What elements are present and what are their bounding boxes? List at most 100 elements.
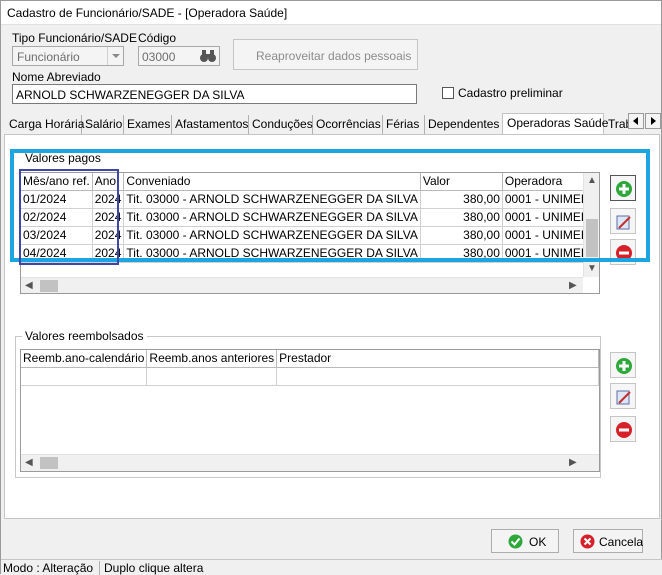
cell-ano: 2024 [92,226,125,245]
col-header-ano[interactable]: Ano [92,173,125,191]
edit-icon [616,215,631,230]
cell-mes: 02/2024 [21,208,93,227]
ok-button[interactable]: OK [491,529,559,553]
codigo-value: 03000 [142,50,176,64]
edit-valor-reembolsado-button[interactable] [610,383,636,409]
cell-ano: 2024 [92,208,125,227]
valores-pagos-vertical-scrollbar[interactable]: ▲ ▼ [583,173,599,277]
reaproveitar-dados-label: Reaproveitar dados pessoais [256,49,412,63]
col-header-reemb-anos-anteriores[interactable]: Reemb.anos anteriores [146,350,278,368]
minus-icon [616,245,632,261]
tipo-funcionario-value: Funcionário [17,50,80,64]
chevron-down-icon[interactable]: ▼ [587,263,597,274]
tab-scroll-left-icon[interactable] [628,113,644,129]
cell-mes: 04/2024 [21,244,93,263]
binoculars-icon[interactable] [199,49,217,63]
tab-strip: Carga Horária Salário Exames Afastamento… [4,113,662,135]
tab-carga-horaria[interactable]: Carga Horária [6,115,84,134]
tab-ferias[interactable]: Férias [383,115,425,134]
plus-icon [616,181,632,197]
delete-valor-reembolsado-button[interactable] [610,416,636,442]
cadastro-preliminar-checkbox[interactable] [442,87,454,99]
delete-valor-pago-button[interactable] [610,239,636,265]
scrollbar-thumb[interactable] [586,219,598,257]
codigo-label: Código [138,31,177,45]
add-valor-reembolsado-button[interactable] [610,352,636,378]
cell-conveniado: Tit. 03000 - ARNOLD SCHWARZENEGGER DA SI… [123,226,421,245]
tab-ocorrencias[interactable]: Ocorrências [313,115,383,134]
table-header-row: Reemb.ano-calendário Reemb.anos anterior… [21,350,599,368]
table-row[interactable]: 02/2024 2024 Tit. 03000 - ARNOLD SCHWARZ… [21,208,599,227]
cell-conveniado: Tit. 03000 - ARNOLD SCHWARZENEGGER DA SI… [123,244,421,263]
nome-abreviado-label: Nome Abreviado [12,70,101,84]
scrollbar-thumb[interactable] [40,457,58,469]
check-icon [508,534,523,549]
codigo-field[interactable]: 03000 [138,46,220,66]
cell-conveniado: Tit. 03000 - ARNOLD SCHWARZENEGGER DA SI… [123,208,421,227]
cell-mes: 01/2024 [21,190,93,209]
valores-reembolsados-horizontal-scrollbar[interactable]: ◀ ▶ [21,454,599,471]
cell-valor: 380,00 [420,226,503,245]
status-hint: Duplo clique altera [104,561,204,575]
col-header-mes-ano[interactable]: Mês/ano ref. [21,173,93,191]
add-valor-pago-button[interactable] [610,175,636,201]
valores-reembolsados-title: Valores reembolsados [22,329,147,343]
chevron-left-icon[interactable]: ◀ [25,280,33,291]
cell-valor: 380,00 [420,208,503,227]
cell-valor: 380,00 [420,244,503,263]
nome-abreviado-input[interactable]: ARNOLD SCHWARZENEGGER DA SILVA [12,84,417,104]
close-icon [580,534,595,549]
valores-pagos-grid[interactable]: Mês/ano ref. Ano Conveniado Valor Operad… [20,172,600,294]
tab-page-operadoras-saude: Valores pagos Mês/ano ref. Ano Conveniad… [4,134,660,519]
chevron-left-icon[interactable]: ◀ [25,457,33,468]
ok-label: OK [529,535,547,549]
table-row[interactable] [21,367,599,386]
tab-scroll-right-icon[interactable] [645,113,661,129]
tab-exames[interactable]: Exames [124,115,172,134]
nome-abreviado-value: ARNOLD SCHWARZENEGGER DA SILVA [16,88,245,102]
cell-mes: 03/2024 [21,226,93,245]
col-header-valor[interactable]: Valor [420,173,503,191]
chevron-right-icon[interactable]: ▶ [569,457,577,468]
table-row[interactable]: 03/2024 2024 Tit. 03000 - ARNOLD SCHWARZ… [21,226,599,245]
title-bar: Cadastro de Funcionário/SADE - [Operador… [1,1,661,25]
cell-empty [21,367,148,386]
cell-ano: 2024 [92,244,125,263]
tab-dependentes[interactable]: Dependentes [425,115,501,134]
col-header-prestador[interactable]: Prestador [276,350,599,368]
main-window: Cadastro de Funcionário/SADE - [Operador… [0,0,662,575]
cell-empty [146,367,278,386]
col-header-conveniado[interactable]: Conveniado [123,173,421,191]
valores-reembolsados-grid[interactable]: Reemb.ano-calendário Reemb.anos anterior… [20,349,600,472]
reaproveitar-dados-button[interactable]: Reaproveitar dados pessoais [233,39,418,70]
valores-pagos-table: Mês/ano ref. Ano Conveniado Valor Operad… [21,173,599,263]
valores-reembolsados-table: Reemb.ano-calendário Reemb.anos anterior… [21,350,599,386]
cadastro-preliminar-label: Cadastro preliminar [458,86,563,100]
tab-salario[interactable]: Salário [82,115,124,134]
tab-conducoes[interactable]: Conduções [249,115,313,134]
table-header-row: Mês/ano ref. Ano Conveniado Valor Operad… [21,173,599,191]
tab-operadoras-saude[interactable]: Operadoras Saúde [502,113,608,135]
status-mode: Modo : Alteração [3,561,100,575]
window-title: Cadastro de Funcionário/SADE - [Operador… [7,6,288,20]
tab-afastamentos[interactable]: Afastamentos [172,115,249,134]
tipo-funcionario-select[interactable]: Funcionário [12,46,124,66]
edit-icon [616,390,631,405]
plus-icon [616,358,632,374]
chevron-down-icon[interactable] [107,47,123,65]
valores-pagos-horizontal-scrollbar[interactable]: ◀ ▶ [21,277,583,293]
minus-icon [616,422,632,438]
chevron-right-icon[interactable]: ▶ [569,280,577,291]
status-bar: Modo : Alteração Duplo clique altera [1,559,662,575]
cancel-label: Cancela [599,535,644,549]
col-header-reemb-ano-calendario[interactable]: Reemb.ano-calendário [21,350,148,368]
cancel-button[interactable]: Cancela [573,529,643,553]
cell-conveniado: Tit. 03000 - ARNOLD SCHWARZENEGGER DA SI… [123,190,421,209]
table-row[interactable]: 01/2024 2024 Tit. 03000 - ARNOLD SCHWARZ… [21,190,599,209]
edit-valor-pago-button[interactable] [610,208,636,234]
valores-pagos-title: Valores pagos [22,151,104,165]
cell-empty [276,367,599,386]
table-row[interactable]: 04/2024 2024 Tit. 03000 - ARNOLD SCHWARZ… [21,244,599,263]
scrollbar-thumb[interactable] [40,280,58,292]
chevron-up-icon[interactable]: ▲ [587,175,597,186]
